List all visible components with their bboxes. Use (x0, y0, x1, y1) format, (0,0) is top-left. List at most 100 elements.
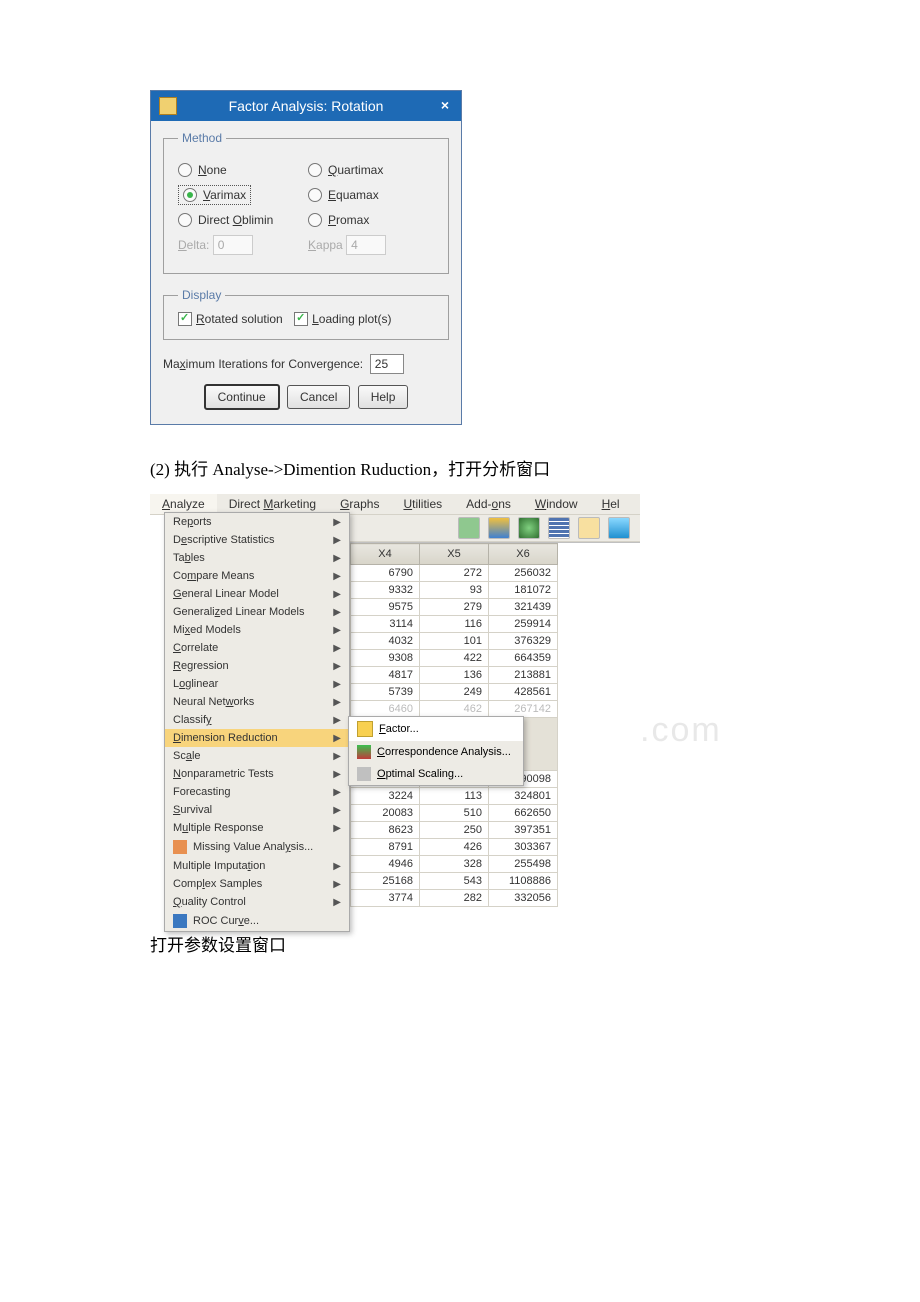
table-row: 3114116259914 (351, 616, 558, 633)
kappa-label: Kappa (308, 238, 343, 252)
dd-classify[interactable]: Classify▶ (165, 711, 349, 729)
mb-direct-marketing[interactable]: Direct Marketing (217, 494, 328, 514)
mb-help[interactable]: Hel (590, 494, 632, 514)
table-row: 4946328255498 (351, 856, 558, 873)
dd-regression[interactable]: Regression▶ (165, 657, 349, 675)
toolbar-icon-1[interactable] (458, 517, 480, 539)
display-fieldset: Display Rotated solution Loading plot(s) (163, 288, 449, 340)
mb-addons[interactable]: Add-ons (454, 494, 523, 514)
dd-forecasting[interactable]: Forecasting▶ (165, 783, 349, 801)
col-x6[interactable]: X6 (489, 544, 558, 565)
dd-quality-control[interactable]: Quality Control▶ (165, 893, 349, 911)
max-iterations-row: Maximum Iterations for Convergence: 25 (163, 354, 449, 374)
roc-icon (173, 914, 187, 928)
close-icon[interactable]: × (437, 97, 453, 113)
table-row: 3774282332056 (351, 890, 558, 907)
dd-mixed-models[interactable]: Mixed Models▶ (165, 621, 349, 639)
dd-compare-means[interactable]: Compare Means▶ (165, 567, 349, 585)
cb-loading-plots[interactable]: Loading plot(s) (294, 312, 391, 326)
dd-descriptive-statistics[interactable]: Descriptive Statistics▶ (165, 531, 349, 549)
cb-rotated-solution[interactable]: Rotated solution (178, 312, 283, 326)
factor-icon (357, 721, 373, 737)
delta-input: 0 (213, 235, 253, 255)
dd-loglinear[interactable]: Loglinear▶ (165, 675, 349, 693)
dd-nonparametric-tests[interactable]: Nonparametric Tests▶ (165, 765, 349, 783)
table-row: 6790272256032 (351, 565, 558, 582)
dialog-title: Factor Analysis: Rotation (229, 98, 384, 114)
toolbar-icon-5[interactable] (578, 517, 600, 539)
mb-analyze[interactable]: Analyze (150, 494, 217, 514)
dd-dimension-reduction[interactable]: Dimension Reduction▶ (165, 729, 349, 747)
kappa-input: 4 (346, 235, 386, 255)
dd-multiple-response[interactable]: Multiple Response▶ (165, 819, 349, 837)
delta-field: Delta: 0 (178, 235, 308, 255)
dimension-reduction-submenu: Factor... Correspondence Analysis... Opt… (348, 716, 524, 786)
caption-2: 打开参数设置窗口 (150, 931, 770, 956)
mb-graphs[interactable]: Graphs (328, 494, 391, 514)
col-x4[interactable]: X4 (351, 544, 420, 565)
optimal-scaling-icon (357, 767, 371, 781)
table-row: 8791426303367 (351, 839, 558, 856)
toolbar-icon-2[interactable] (488, 517, 510, 539)
sub-correspondence[interactable]: Correspondence Analysis... (349, 741, 523, 763)
mb-window[interactable]: Window (523, 494, 590, 514)
dd-survival[interactable]: Survival▶ (165, 801, 349, 819)
correspondence-icon (357, 745, 371, 759)
dd-general-linear-model[interactable]: General Linear Model▶ (165, 585, 349, 603)
table-row-partial: 6460462267142 (351, 701, 558, 718)
radio-varimax[interactable]: Varimax (178, 185, 308, 205)
rotation-dialog: Factor Analysis: Rotation × Method None … (150, 90, 462, 425)
dd-generalized-linear-models[interactable]: Generalized Linear Models▶ (165, 603, 349, 621)
dd-missing-value-analysis[interactable]: Missing Value Analysis... (165, 837, 349, 857)
dd-scale[interactable]: Scale▶ (165, 747, 349, 765)
table-row: 5739249428561 (351, 684, 558, 701)
delta-label: Delta: (178, 238, 209, 252)
continue-button[interactable]: Continue (204, 384, 280, 410)
table-row: 9308422664359 (351, 650, 558, 667)
radio-none[interactable]: None (178, 163, 308, 177)
radio-equamax[interactable]: Equamax (308, 185, 438, 205)
col-x5[interactable]: X5 (420, 544, 489, 565)
radio-direct-oblimin[interactable]: Direct Oblimin (178, 213, 308, 227)
radio-icon-selected (183, 188, 197, 202)
table-row: 20083510662650 (351, 805, 558, 822)
dd-reports[interactable]: Reports▶ (165, 513, 349, 531)
checkbox-icon (294, 312, 308, 326)
table-row: 933293181072 (351, 582, 558, 599)
radio-icon (308, 213, 322, 227)
checkbox-icon (178, 312, 192, 326)
radio-icon (308, 188, 322, 202)
sub-optimal-scaling[interactable]: Optimal Scaling... (349, 763, 523, 785)
toolbar-icon-4[interactable] (548, 517, 570, 539)
caption-1: (2) 执行 Analyse->Dimention Ruduction，打开分析… (150, 455, 770, 480)
dd-multiple-imputation[interactable]: Multiple Imputation▶ (165, 857, 349, 875)
dd-roc-curve[interactable]: ROC Curve... (165, 911, 349, 931)
app-icon (159, 97, 177, 115)
missing-value-icon (173, 840, 187, 854)
sub-factor[interactable]: Factor... (349, 717, 523, 741)
radio-icon (178, 163, 192, 177)
toolbar-icon-3[interactable] (518, 517, 540, 539)
max-iter-input[interactable]: 25 (370, 354, 404, 374)
radio-promax[interactable]: Promax (308, 213, 438, 227)
watermark: .com (640, 711, 722, 750)
cancel-button[interactable]: Cancel (287, 385, 350, 409)
dd-complex-samples[interactable]: Complex Samples▶ (165, 875, 349, 893)
mb-utilities[interactable]: Utilities (391, 494, 454, 514)
radio-icon (308, 163, 322, 177)
dd-tables[interactable]: Tables▶ (165, 549, 349, 567)
help-button[interactable]: Help (358, 385, 409, 409)
dd-neural-networks[interactable]: Neural Networks▶ (165, 693, 349, 711)
table-row: 3224113324801 (351, 788, 558, 805)
dd-correlate[interactable]: Correlate▶ (165, 639, 349, 657)
toolbar (350, 515, 640, 542)
toolbar-icon-6[interactable] (608, 517, 630, 539)
analyze-dropdown: Reports▶ Descriptive Statistics▶ Tables▶… (164, 512, 350, 932)
table-row: 4817136213881 (351, 667, 558, 684)
method-legend: Method (178, 131, 226, 145)
radio-quartimax[interactable]: Quartimax (308, 163, 438, 177)
method-fieldset: Method None Quartimax Va (163, 131, 449, 274)
table-row: 4032101376329 (351, 633, 558, 650)
table-row: 8623250397351 (351, 822, 558, 839)
dialog-titlebar: Factor Analysis: Rotation × (151, 91, 461, 121)
